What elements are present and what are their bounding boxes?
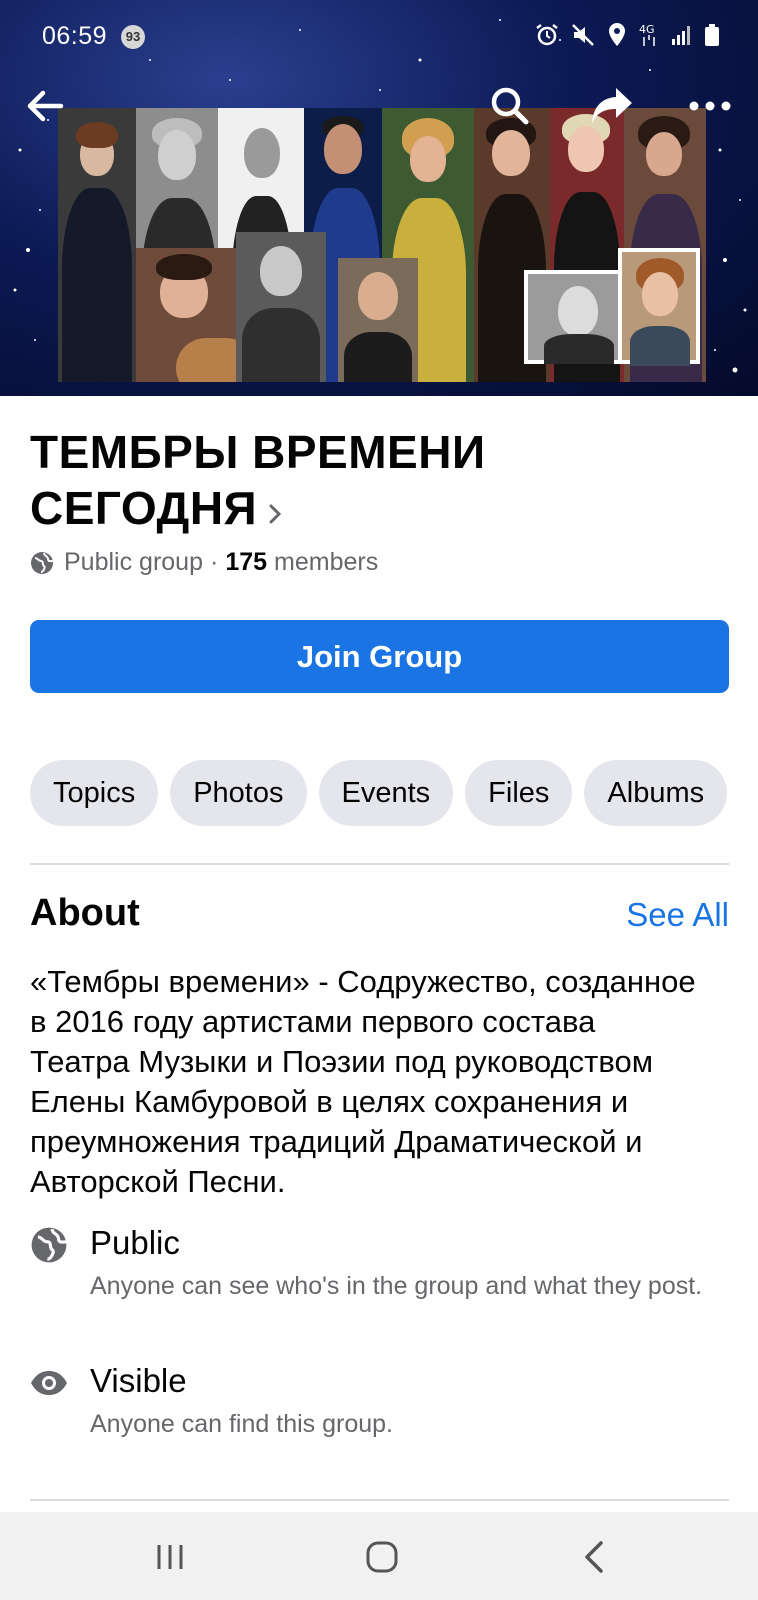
globe-icon — [30, 1226, 68, 1264]
meta-separator: · — [209, 548, 219, 576]
group-title[interactable]: ТЕМБРЫ ВРЕМЕНИ СЕГОДНЯ — [30, 424, 710, 538]
more-icon — [689, 101, 731, 111]
home-button[interactable] — [352, 1532, 412, 1582]
about-heading: About — [30, 892, 140, 934]
eye-icon — [30, 1364, 68, 1402]
privacy-label: Public group — [64, 548, 203, 576]
group-meta: Public group · 175 members — [30, 548, 378, 577]
tab-events[interactable]: Events — [318, 760, 454, 826]
battery-icon — [704, 23, 720, 47]
svg-text:4G: 4G — [639, 23, 655, 36]
cover-photo[interactable]: 06:59 93 4G — [0, 0, 758, 396]
recent-apps-icon — [157, 1545, 183, 1569]
section-divider — [30, 863, 729, 865]
search-icon — [491, 87, 529, 125]
back-chevron-icon — [585, 1541, 603, 1573]
more-button[interactable] — [682, 78, 738, 134]
members-label: members — [274, 548, 379, 576]
tab-photos[interactable]: Photos — [170, 760, 307, 826]
about-description: «Тембры времени» - Содружество, созданно… — [30, 964, 696, 1199]
section-divider — [30, 1499, 729, 1501]
performers-collage — [58, 108, 706, 382]
member-count: 175 — [225, 548, 268, 576]
notification-count-badge: 93 — [121, 25, 145, 49]
signal-icon — [670, 23, 694, 47]
see-all-link[interactable]: See All — [626, 896, 729, 934]
back-arrow-icon — [27, 90, 64, 122]
privacy-info-label: Public — [90, 1224, 180, 1261]
mute-icon — [570, 22, 596, 48]
system-navigation-bar — [0, 1512, 758, 1600]
back-button[interactable] — [16, 78, 72, 134]
back-nav-button[interactable] — [564, 1532, 624, 1582]
tab-albums[interactable]: Albums — [584, 760, 728, 826]
alarm-icon — [534, 22, 560, 48]
status-bar: 06:59 93 4G — [0, 0, 758, 72]
recent-apps-button[interactable] — [140, 1532, 200, 1582]
tab-topics[interactable]: Topics — [30, 760, 159, 826]
globe-icon — [30, 551, 54, 575]
share-icon — [592, 88, 632, 123]
join-group-button[interactable]: Join Group — [30, 620, 729, 693]
home-icon — [366, 1541, 398, 1573]
search-button[interactable] — [482, 78, 538, 134]
visibility-info-label: Visible — [90, 1362, 187, 1399]
group-title-text: ТЕМБРЫ ВРЕМЕНИ СЕГОДНЯ — [30, 426, 486, 534]
network-4g-icon: 4G — [638, 22, 660, 48]
tab-files[interactable]: Files — [465, 760, 573, 826]
share-button[interactable] — [584, 78, 640, 134]
chevron-right-icon — [267, 482, 283, 538]
privacy-info-description: Anyone can see who's in the group and wh… — [90, 1272, 703, 1300]
group-tabs: Topics Photos Events Files Albums — [30, 760, 758, 826]
visibility-info-description: Anyone can find this group. — [90, 1410, 393, 1438]
privacy-info: Public Anyone can see who's in the group… — [30, 1224, 730, 1344]
status-time: 06:59 — [42, 22, 108, 50]
visibility-info: Visible Anyone can find this group. — [30, 1362, 730, 1442]
cover-action-bar — [0, 78, 758, 136]
location-icon — [606, 22, 628, 48]
